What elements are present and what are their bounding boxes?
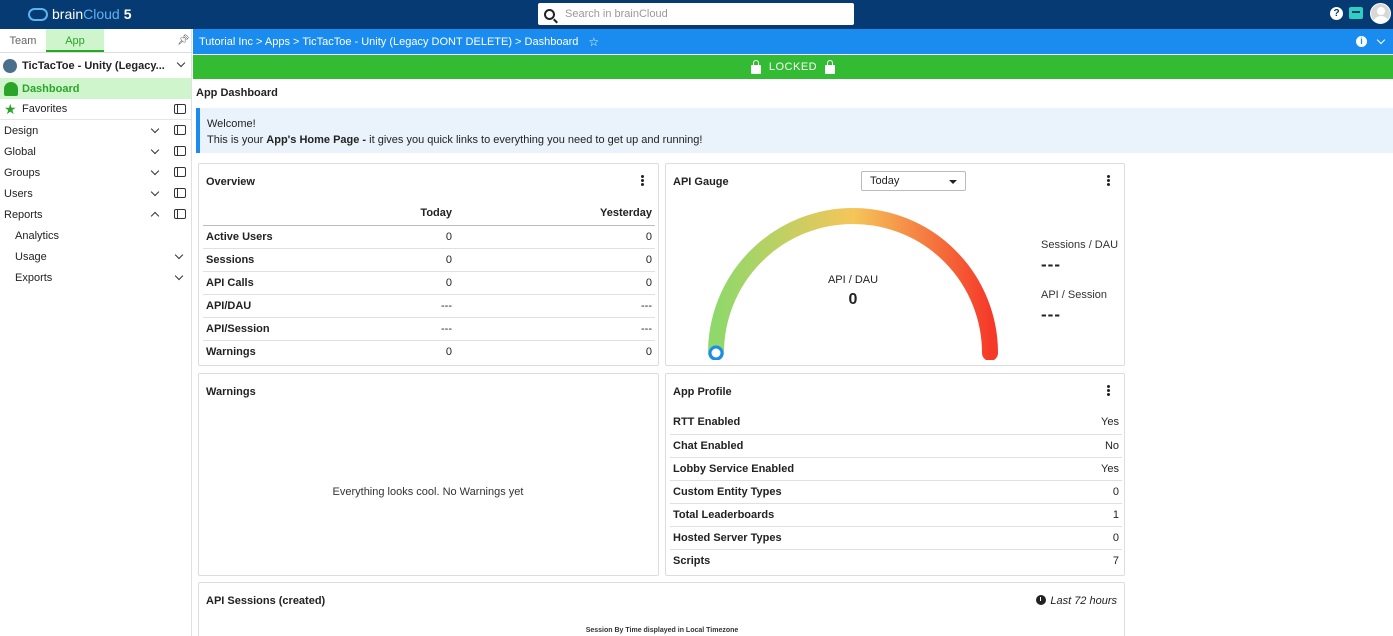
table-row: Lobby Service Enabled Yes [670, 457, 1122, 481]
table-row: Scripts 7 [673, 554, 1119, 567]
table-row: Chat Enabled No [670, 434, 1122, 458]
panel-toggle-icon[interactable] [174, 146, 186, 156]
table-row: Sessions 0 0 [203, 248, 655, 272]
time-range: Last 72 hours [1036, 595, 1117, 607]
sessions-dau-label: Sessions / DAU [1041, 239, 1119, 251]
chevron-down-icon [150, 124, 160, 134]
gauge-marker [708, 345, 724, 360]
app-profile-table: RTT Enabled Yes Chat Enabled No Lobby Serv… [670, 411, 1122, 572]
search-icon [544, 8, 555, 20]
overview-table: Today Yesterday Active Users 0 0 Sessions 0… [203, 202, 655, 363]
chevron-down-icon [150, 187, 160, 197]
table-row: Warnings 0 0 [206, 345, 652, 358]
panel-toggle-icon[interactable] [174, 188, 186, 198]
table-row: Total Leaderboards 1 [670, 503, 1122, 527]
sidebar-item-design[interactable]: Design [0, 120, 191, 141]
panel-toggle-icon[interactable] [174, 125, 186, 135]
sidebar-subitem-analytics[interactable]: Analytics [0, 225, 191, 246]
tab-app[interactable]: App [46, 29, 104, 52]
panel-toggle-icon[interactable] [174, 209, 186, 219]
chevron-down-icon [150, 166, 160, 176]
api-sessions-title: API Sessions (created) [206, 595, 326, 607]
chevron-down-icon [176, 58, 186, 68]
table-row: API Calls 0 0 [203, 271, 655, 295]
chevron-down-icon [174, 271, 184, 281]
api-session-value: --- [1041, 305, 1061, 324]
lock-icon [825, 59, 836, 74]
panel-toggle-icon[interactable] [174, 167, 186, 177]
chevron-down-icon [174, 250, 184, 260]
more-options-icon[interactable] [1107, 385, 1110, 396]
breadcrumb: Tutorial Inc > Apps > TicTacToe - Unity … [193, 29, 1393, 54]
page-title: App Dashboard [196, 87, 278, 99]
locked-banner[interactable]: LOCKED [193, 55, 1393, 79]
welcome-banner: Welcome! This is your App's Home Page - … [196, 108, 1393, 153]
sidebar-tabs: Team App 📌︎ [0, 29, 191, 53]
sidebar: Team App 📌︎ TicTacToe - Unity (Legacy...… [0, 29, 192, 636]
sidebar-item-users[interactable]: Users [0, 183, 191, 204]
caret-down-icon [949, 180, 957, 184]
sidebar-item-global[interactable]: Global [0, 141, 191, 162]
pin-icon[interactable]: 📌︎ [177, 35, 190, 46]
search-input[interactable] [565, 8, 845, 20]
tab-team[interactable]: Team [0, 29, 46, 52]
table-row: Custom Entity Types 0 [670, 480, 1122, 504]
star-icon: ★ [4, 101, 17, 117]
lock-icon [750, 59, 761, 74]
sessions-dau-value: --- [1041, 255, 1061, 274]
cloud-icon [28, 7, 48, 21]
more-options-icon[interactable] [641, 175, 644, 186]
app-profile-title: App Profile [673, 386, 732, 398]
braincloud-logo[interactable]: brainCloud 5 [28, 6, 132, 22]
panel-toggle-icon[interactable] [174, 104, 186, 114]
sidebar-item-favorites[interactable]: ★ Favorites [0, 99, 191, 120]
chevron-down-icon [150, 145, 160, 155]
table-row: Active Users 0 0 [203, 225, 655, 249]
chevron-down-icon[interactable] [1376, 35, 1386, 45]
more-options-icon[interactable] [1107, 175, 1110, 186]
sidebar-subitem-exports[interactable]: Exports [0, 267, 191, 288]
warnings-empty-message: Everything looks cool. No Warnings yet [332, 486, 524, 498]
chart-subtitle: Session By Time displayed in Local Timez… [585, 627, 739, 634]
warnings-title: Warnings [206, 386, 256, 398]
table-row: RTT Enabled Yes [670, 411, 1122, 435]
app-selector[interactable]: TicTacToe - Unity (Legacy... [0, 53, 191, 78]
sidebar-item-reports[interactable]: Reports [0, 204, 191, 225]
user-avatar[interactable] [1370, 3, 1391, 24]
app-name: TicTacToe - Unity (Legacy... [22, 59, 165, 72]
help-icon[interactable]: ? [1330, 7, 1343, 20]
app-logo-icon [3, 58, 17, 73]
top-bar: brainCloud5 ? [0, 0, 1393, 29]
breadcrumb-path[interactable]: Tutorial Inc > Apps > TicTacToe - Unity … [199, 36, 578, 48]
chevron-up-icon [150, 211, 160, 221]
app-profile-card: App Profile RTT Enabled Yes Chat Enabled N… [665, 373, 1125, 576]
sidebar-item-groups[interactable]: Groups [0, 162, 191, 183]
sidebar-subitem-usage[interactable]: Usage [0, 246, 191, 267]
warnings-card: Warnings Everything looks cool. No Warni… [198, 373, 659, 576]
gauge-center-value: 0 [848, 291, 858, 308]
info-icon[interactable]: i [1356, 36, 1367, 47]
table-row: API/DAU --- --- [203, 294, 655, 318]
gauge-center-label: API / DAU [827, 274, 879, 286]
overview-title: Overview [206, 176, 255, 188]
api-sessions-card: API Sessions (created) Last 72 hours Ses… [198, 582, 1125, 636]
api-session-label: API / Session [1041, 289, 1108, 301]
api-gauge-card: API Gauge Today API / DAU 0 Sessions / D… [665, 163, 1125, 366]
sidebar-item-dashboard[interactable]: Dashboard [0, 78, 191, 99]
search-box[interactable] [538, 3, 854, 25]
period-select[interactable]: Today [861, 171, 966, 191]
clock-icon [1036, 595, 1047, 605]
favorite-star-icon[interactable]: ☆ [588, 35, 599, 49]
table-row: API/Session --- --- [203, 317, 655, 341]
overview-card: Overview Today Yesterday Active Users 0 0 … [198, 163, 659, 366]
table-row: Hosted Server Types 0 [670, 526, 1122, 550]
chat-icon[interactable] [1349, 7, 1363, 19]
api-gauge-title: API Gauge [673, 176, 729, 188]
dashboard-icon [4, 81, 18, 96]
